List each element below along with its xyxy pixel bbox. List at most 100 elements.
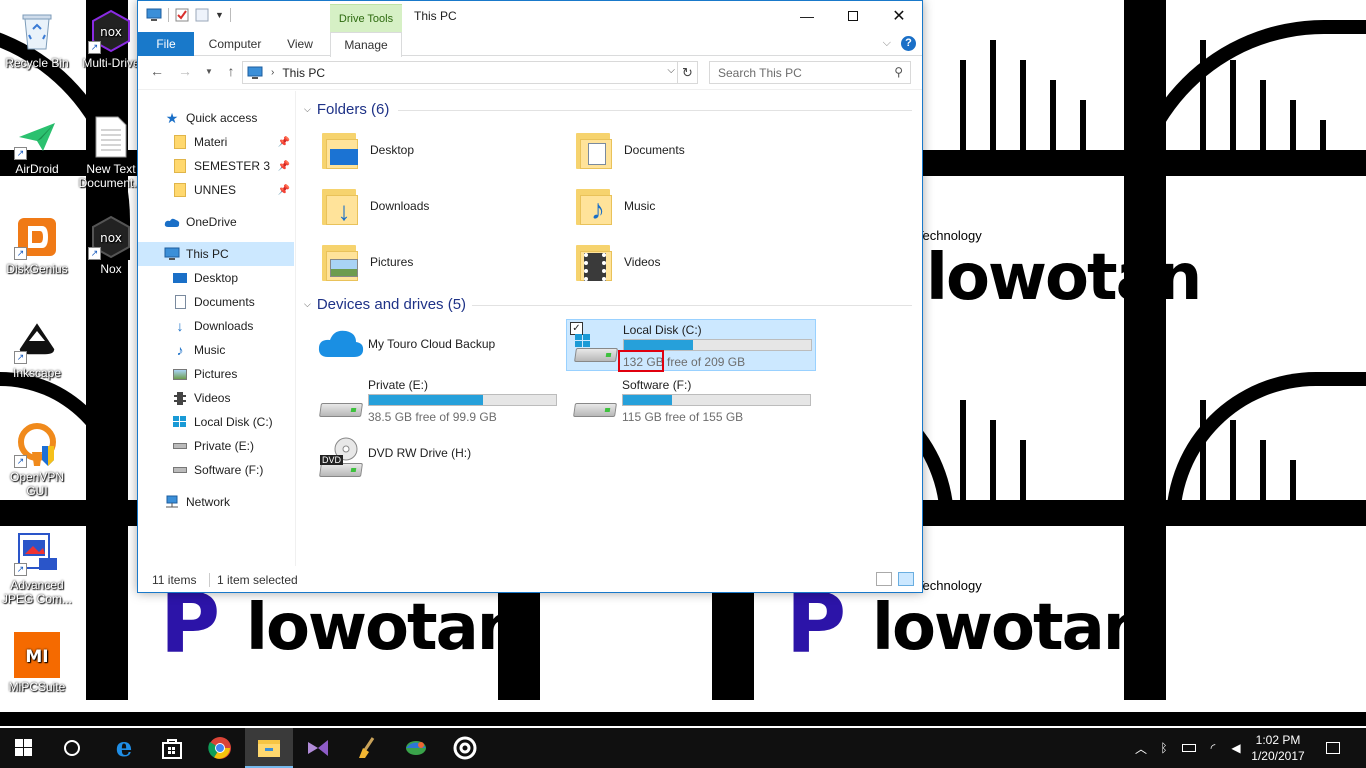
- content-pane: ⌵ Folders (6) Desktop Documents ↓ Downlo: [298, 91, 922, 566]
- address-bar[interactable]: › This PC ⌵ ↻: [242, 61, 698, 84]
- desktop-icon-airdroid[interactable]: ↗ AirDroid: [0, 114, 74, 176]
- search-input[interactable]: Search This PC ⚲: [709, 61, 911, 84]
- pin-icon[interactable]: 📌: [278, 161, 290, 172]
- drive-dvd-rw-h[interactable]: DVD DVD RW Drive (H:): [312, 431, 562, 483]
- back-arrow-icon[interactable]: ←: [148, 63, 166, 79]
- customize-qat-chevron-icon[interactable]: ▼: [215, 10, 224, 20]
- bluetooth-icon[interactable]: ᛒ: [1154, 728, 1174, 768]
- nav-pictures[interactable]: Pictures: [138, 362, 294, 386]
- breadcrumb-chevron-icon[interactable]: ›: [271, 67, 274, 78]
- address-dropdown-chevron-icon[interactable]: ⌵: [667, 65, 675, 76]
- nav-pinned-unnes[interactable]: UNNES 📌: [138, 178, 294, 202]
- tab-manage[interactable]: Manage: [330, 32, 402, 57]
- start-button[interactable]: [0, 728, 48, 768]
- pin-icon[interactable]: 📌: [278, 185, 290, 196]
- desktop-icon-recycle-bin[interactable]: Recycle Bin: [0, 8, 74, 70]
- this-pc-icon: [146, 8, 162, 21]
- globe-app-icon: [406, 741, 426, 755]
- show-hidden-icons-chevron-icon[interactable]: ︿: [1130, 728, 1152, 768]
- up-arrow-icon[interactable]: ↑: [222, 63, 240, 79]
- nav-quick-access[interactable]: ★ Quick access: [138, 106, 294, 130]
- drive-usage-bar: [368, 394, 557, 406]
- desktop-icon-advanced-jpeg[interactable]: ↗ Advanced JPEG Com...: [0, 530, 74, 606]
- nav-private-e[interactable]: Private (E:): [138, 434, 294, 458]
- expand-ribbon-chevron-icon[interactable]: ⌵: [883, 37, 891, 50]
- minimize-button[interactable]: —: [784, 1, 830, 31]
- collapse-chevron-icon[interactable]: ⌵: [304, 299, 311, 310]
- forward-arrow-icon[interactable]: →: [176, 63, 194, 79]
- wallpaper-brand: lowotan: [926, 241, 1202, 315]
- nav-music[interactable]: ♪ Music: [138, 338, 294, 362]
- drive-software-f[interactable]: Software (F:) 115 GB free of 155 GB: [566, 375, 816, 427]
- folder-pictures[interactable]: Pictures: [318, 237, 568, 287]
- drive-private-e[interactable]: Private (E:) 38.5 GB free of 99.9 GB: [312, 375, 562, 427]
- file-explorer-window[interactable]: ▼ Drive Tools This PC — ✕ File Computer …: [137, 0, 923, 593]
- folder-videos[interactable]: Videos: [572, 237, 822, 287]
- nav-local-disk-c[interactable]: Local Disk (C:): [138, 410, 294, 434]
- this-pc-icon: [164, 246, 180, 262]
- desktop-icon-openvpn[interactable]: ↗ OpenVPN GUI: [0, 422, 74, 498]
- nav-onedrive[interactable]: OneDrive: [138, 210, 294, 234]
- nav-pinned-materi[interactable]: Materi 📌: [138, 130, 294, 154]
- nav-this-pc[interactable]: This PC: [138, 242, 294, 266]
- videos-folder-icon: [572, 239, 618, 285]
- airdroid-icon: ↗: [14, 114, 60, 160]
- details-view-icon[interactable]: [876, 572, 892, 586]
- taskbar-network-app[interactable]: [392, 728, 440, 768]
- taskbar-app-circle[interactable]: [441, 728, 489, 768]
- pin-icon[interactable]: 📌: [278, 137, 290, 148]
- drive-my-touro-cloud-backup[interactable]: My Touro Cloud Backup: [312, 319, 562, 371]
- recent-locations-chevron-icon[interactable]: ▼: [200, 67, 218, 76]
- target-icon: [453, 736, 477, 760]
- tab-file[interactable]: File: [138, 32, 194, 56]
- desktop-icon-diskgenius[interactable]: ↗ DiskGenius: [0, 214, 74, 276]
- nav-videos[interactable]: Videos: [138, 386, 294, 410]
- collapse-chevron-icon[interactable]: ⌵: [304, 104, 311, 115]
- new-folder-icon[interactable]: [195, 8, 209, 22]
- tab-view[interactable]: View: [278, 32, 322, 56]
- desktop-icon-mipcsuite[interactable]: MI MiPCSuite: [0, 632, 74, 694]
- nav-network[interactable]: Network: [138, 490, 294, 514]
- folder-music[interactable]: ♪ Music: [572, 181, 822, 231]
- taskbar-chrome[interactable]: [196, 728, 244, 768]
- folder-desktop[interactable]: Desktop: [318, 125, 568, 175]
- large-icons-view-icon[interactable]: [898, 572, 914, 586]
- folder-downloads[interactable]: ↓ Downloads: [318, 181, 568, 231]
- inkscape-icon: ↗: [14, 318, 60, 364]
- maximize-icon: [848, 11, 858, 21]
- taskbar-edge[interactable]: e: [100, 728, 148, 768]
- close-button[interactable]: ✕: [876, 1, 922, 31]
- action-center-icon[interactable]: [1318, 728, 1348, 768]
- nav-documents[interactable]: Documents: [138, 290, 294, 314]
- taskbar-file-explorer[interactable]: [245, 728, 293, 768]
- taskbar: e ︿ ᛒ ◜ ◀ 1:02 PM 1/20/2017: [0, 728, 1366, 768]
- taskbar-ccleaner[interactable]: [343, 728, 391, 768]
- folders-group-header[interactable]: ⌵ Folders (6): [304, 101, 389, 118]
- drive-local-disk-c[interactable]: ✓ Local Disk (C:) 132 GB free of 209 GB: [566, 319, 816, 372]
- refresh-icon[interactable]: ↻: [677, 62, 697, 83]
- volume-icon[interactable]: ◀: [1226, 728, 1246, 768]
- maximize-button[interactable]: [830, 1, 876, 31]
- hard-drive-icon: [172, 438, 188, 454]
- wifi-icon[interactable]: ◜: [1202, 728, 1224, 768]
- taskbar-store[interactable]: [148, 728, 196, 768]
- title-bar[interactable]: ▼ Drive Tools This PC — ✕: [138, 1, 922, 32]
- folder-documents[interactable]: Documents: [572, 125, 822, 175]
- nav-desktop[interactable]: Desktop: [138, 266, 294, 290]
- nav-software-f[interactable]: Software (F:): [138, 458, 294, 482]
- system-clock[interactable]: 1:02 PM 1/20/2017: [1246, 732, 1310, 764]
- window-title: This PC: [414, 9, 457, 23]
- nav-downloads[interactable]: ↓ Downloads: [138, 314, 294, 338]
- nav-pinned-semester-3[interactable]: SEMESTER 3 📌: [138, 154, 294, 178]
- hard-drive-icon: [318, 385, 364, 421]
- devices-group-header[interactable]: ⌵ Devices and drives (5): [304, 296, 466, 313]
- help-icon[interactable]: ?: [901, 36, 916, 51]
- cortana-button[interactable]: [48, 728, 96, 768]
- breadcrumb-this-pc[interactable]: This PC: [282, 66, 325, 80]
- music-note-icon: ♪: [176, 342, 184, 358]
- tab-computer[interactable]: Computer: [200, 32, 270, 56]
- properties-icon[interactable]: [175, 8, 189, 22]
- battery-icon[interactable]: [1178, 728, 1200, 768]
- taskbar-visual-studio[interactable]: [294, 728, 342, 768]
- desktop-icon-inkscape[interactable]: ↗ Inkscape: [0, 318, 74, 380]
